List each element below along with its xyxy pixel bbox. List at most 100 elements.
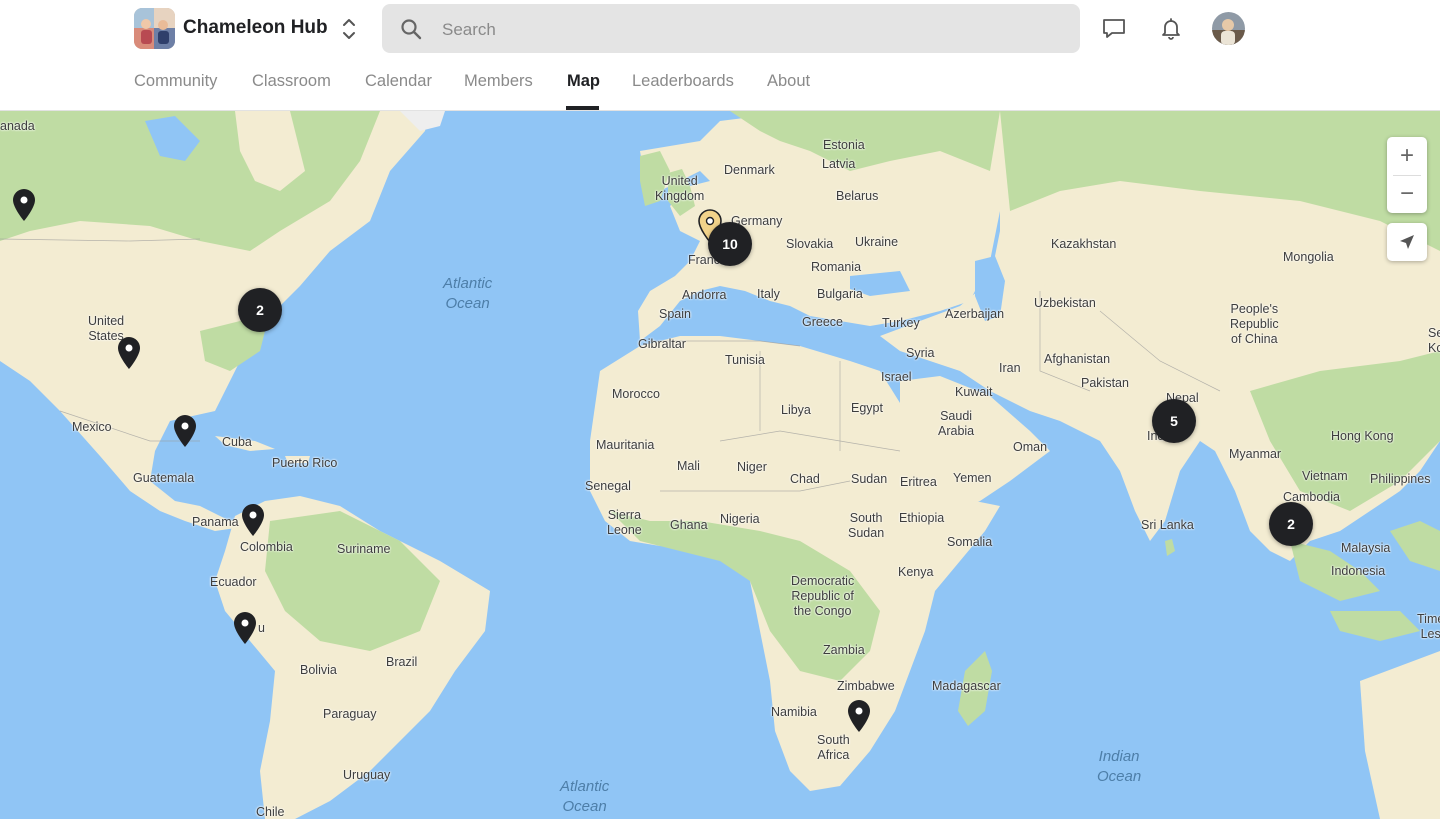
map-label: Mauritania — [596, 438, 655, 452]
map-label: Guatemala — [133, 471, 195, 485]
locate-me-button[interactable] — [1387, 223, 1427, 261]
map-label: Kenya — [898, 565, 934, 579]
map-label: Philippines — [1370, 472, 1431, 486]
map-label: Myanmar — [1229, 447, 1282, 461]
map-label: Afghanistan — [1044, 352, 1111, 366]
map-label: Chad — [790, 472, 820, 486]
map-label: Brazil — [386, 655, 418, 669]
search-icon — [401, 19, 422, 40]
location-pin[interactable] — [231, 611, 259, 645]
map-label: Bulgaria — [817, 287, 863, 301]
zoom-out-button[interactable]: − — [1387, 175, 1427, 213]
ocean-label-atlantic-north: Atlantic Ocean — [443, 275, 493, 312]
member-cluster[interactable]: 10 — [708, 222, 752, 266]
map-label: anada — [0, 119, 35, 133]
map-label: Kuwait — [955, 385, 993, 399]
map-label: Mongolia — [1283, 250, 1334, 264]
tab-calendar[interactable]: Calendar — [365, 72, 432, 91]
map-label: Turkey — [882, 316, 920, 330]
map-label: Bolivia — [300, 663, 337, 677]
map-label: Sri Lanka — [1141, 518, 1194, 532]
map-label: Democratic Republic of the Congo — [791, 574, 855, 618]
map-label: u — [258, 621, 265, 635]
map-label: Gibraltar — [638, 337, 686, 351]
map-label: Saudi Arabia — [938, 409, 975, 438]
community-logo[interactable] — [134, 8, 175, 49]
tab-members[interactable]: Members — [464, 72, 533, 91]
tab-leaderboards[interactable]: Leaderboards — [632, 72, 734, 91]
chat-icon[interactable] — [1100, 14, 1128, 42]
map-label: Zambia — [823, 643, 865, 657]
map-label: Estonia — [823, 138, 865, 152]
member-cluster[interactable]: 5 — [1152, 399, 1196, 443]
tab-map[interactable]: Map — [567, 72, 600, 91]
map-label: Spain — [659, 307, 691, 321]
community-name[interactable]: Chameleon Hub — [183, 17, 328, 39]
map-label: Slovakia — [786, 237, 834, 251]
map-label: Madagascar — [932, 679, 1001, 693]
map-label: Suriname — [337, 542, 391, 556]
map-label: Malaysia — [1341, 541, 1391, 555]
nav-tabs: Community Classroom Calendar Members Map… — [0, 56, 1440, 111]
map-label: Azerbaijan — [945, 307, 1005, 321]
map-label: Ghana — [670, 518, 708, 532]
map-label: Oman — [1013, 440, 1048, 454]
top-bar: Chameleon Hub — [0, 0, 1440, 56]
zoom-in-button[interactable]: + — [1387, 137, 1427, 175]
zoom-controls: + − — [1387, 137, 1427, 213]
map-label: People's Republic of China — [1230, 302, 1279, 346]
member-cluster[interactable]: 2 — [1269, 502, 1313, 546]
map-label: Panama — [192, 515, 239, 529]
map-label: Uzbekistan — [1034, 296, 1096, 310]
map-label: Romania — [811, 260, 862, 274]
tab-about[interactable]: About — [767, 72, 810, 91]
ocean-label-atlantic-south: Atlantic Ocean — [560, 778, 610, 815]
map-label: Pakistan — [1081, 376, 1129, 390]
map-label: Eritrea — [900, 475, 937, 489]
location-pin[interactable] — [845, 699, 873, 733]
map-label: Namibia — [771, 705, 817, 719]
map-label: Syria — [906, 346, 935, 360]
map-label: Ethiopia — [899, 511, 945, 525]
map-label: Tunisia — [725, 353, 765, 367]
map-label: Iran — [999, 361, 1021, 375]
world-map[interactable]: Atlantic Ocean Atlantic Ocean Indian Ocean … — [0, 111, 1440, 819]
search-bar[interactable] — [382, 4, 1080, 55]
map-label: Colombia — [240, 540, 293, 554]
map-label: Indonesia — [1331, 564, 1386, 578]
location-pin[interactable] — [115, 336, 143, 370]
community-switcher-icon[interactable] — [338, 15, 360, 43]
map-label: Chile — [256, 805, 285, 819]
map-label: Uruguay — [343, 768, 391, 782]
user-avatar[interactable] — [1212, 12, 1245, 45]
location-pin[interactable] — [239, 503, 267, 537]
map-label: Israel — [881, 370, 912, 384]
map-label: Cuba — [222, 435, 252, 449]
map-label: Greece — [802, 315, 843, 329]
tab-classroom[interactable]: Classroom — [252, 72, 331, 91]
map-label: Senegal — [585, 479, 631, 493]
map-label: Somalia — [947, 535, 993, 549]
map-label: Latvia — [822, 157, 856, 171]
map-label: Andorra — [682, 288, 727, 302]
map-label: Sierra Leone — [607, 508, 642, 537]
map-label: Nigeria — [720, 512, 760, 526]
map-label: Denmark — [724, 163, 775, 177]
zoom-divider — [1393, 175, 1421, 176]
map-label: Vietnam — [1302, 469, 1348, 483]
ocean-label-indian: Indian Ocean — [1097, 748, 1142, 785]
map-label: TimeLes — [1417, 612, 1440, 641]
location-pin[interactable] — [171, 414, 199, 448]
map-label: Belarus — [836, 189, 879, 203]
map-label: Ukraine — [855, 235, 899, 249]
search-input[interactable] — [440, 4, 1044, 55]
tab-community[interactable]: Community — [134, 72, 217, 91]
map-label: Italy — [757, 287, 780, 301]
map-label: South Africa — [817, 733, 850, 762]
active-tab-indicator — [566, 106, 599, 110]
map-label: United Kingdom — [655, 174, 705, 203]
member-cluster[interactable]: 2 — [238, 288, 282, 332]
notifications-bell-icon[interactable] — [1157, 14, 1185, 42]
map-label: Ecuador — [210, 575, 257, 589]
location-pin[interactable] — [10, 188, 38, 222]
